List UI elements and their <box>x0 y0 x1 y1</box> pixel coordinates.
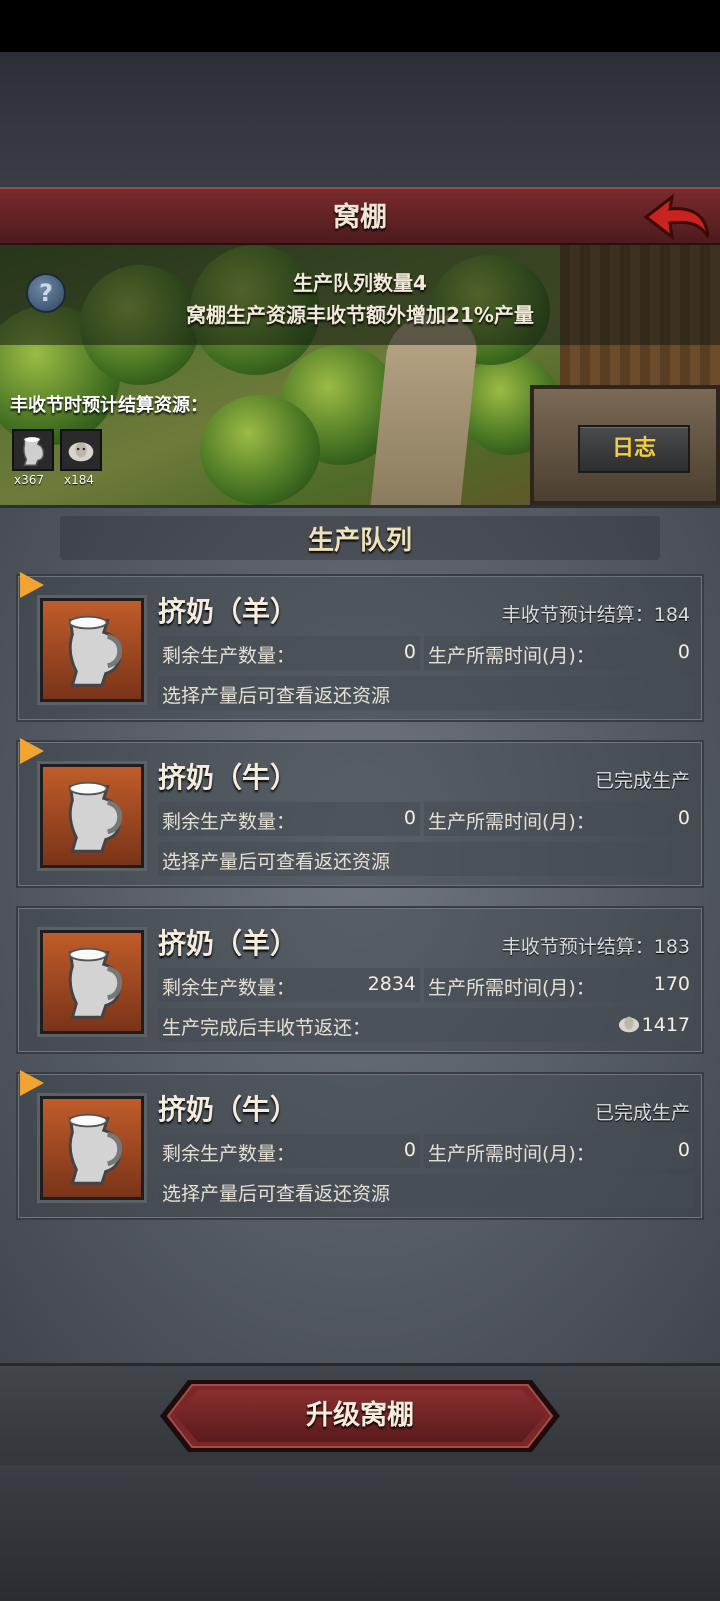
return-value: 1417 <box>616 1013 690 1036</box>
footer-row: 选择产量后可查看返还资源 <box>158 676 694 710</box>
remaining-label: 剩余生产数量： <box>162 645 296 667</box>
footer-row: 生产完成后丰收节返还： 1417 <box>158 1008 694 1042</box>
remaining-row: 剩余生产数量： 0 <box>158 1134 420 1168</box>
upgrade-button[interactable]: 升级窝棚 <box>158 1378 562 1454</box>
flag-icon <box>20 572 44 598</box>
remaining-label: 剩余生产数量： <box>162 811 296 833</box>
queue-card[interactable]: 挤奶（牛） 已完成生产 剩余生产数量： 0 生产所需时间(月)： 0 选择产量后… <box>16 738 704 888</box>
remaining-value: 0 <box>403 807 416 829</box>
production-panel: 生产队列 挤奶（羊） 丰收节预计结算：184 剩余生产数量： 0 生产所需时间(… <box>0 505 720 1363</box>
remaining-value: 2834 <box>367 973 416 995</box>
bonus-text: 窝棚生产资源丰收节额外增加21%产量 <box>186 303 534 327</box>
remaining-row: 剩余生产数量： 0 <box>158 636 420 670</box>
time-value: 0 <box>677 641 690 663</box>
remaining-row: 剩余生产数量： 2834 <box>158 968 420 1002</box>
time-label: 生产所需时间(月)： <box>428 1143 595 1165</box>
header-bar: 窝棚 <box>0 187 720 245</box>
milk-jug-icon <box>40 1096 144 1200</box>
footer-row: 选择产量后可查看返还资源 <box>158 1174 694 1208</box>
back-arrow-icon[interactable] <box>642 193 712 243</box>
panel-title: 生产队列 <box>307 526 412 556</box>
sheep-icon <box>618 1016 639 1033</box>
flag-icon <box>20 1070 44 1096</box>
time-row: 生产所需时间(月)： 0 <box>424 1134 694 1168</box>
queue-card[interactable]: 挤奶（牛） 已完成生产 剩余生产数量： 0 生产所需时间(月)： 0 选择产量后… <box>16 1070 704 1220</box>
log-button[interactable]: 日志 <box>578 425 690 473</box>
sheep-icon[interactable] <box>60 429 102 471</box>
footer-text: 选择产量后可查看返还资源 <box>162 1183 391 1205</box>
status-bar <box>0 0 720 52</box>
queue-count-text: 生产队列数量4 <box>293 271 427 295</box>
status-text: 丰收节预计结算：184 <box>501 604 690 626</box>
item-name: 挤奶（牛） <box>158 1093 299 1126</box>
footer-text: 选择产量后可查看返还资源 <box>162 851 391 873</box>
time-label: 生产所需时间(月)： <box>428 645 595 667</box>
time-value: 170 <box>653 973 690 995</box>
resource-count: x367 <box>14 473 45 487</box>
item-name: 挤奶（羊） <box>158 927 299 960</box>
remaining-label: 剩余生产数量： <box>162 977 296 999</box>
time-value: 0 <box>677 807 690 829</box>
background-bottom <box>0 1465 720 1601</box>
milk-jug-icon <box>40 598 144 702</box>
queue-card[interactable]: 挤奶（羊） 丰收节预计结算：183 剩余生产数量： 2834 生产所需时间(月)… <box>16 906 704 1054</box>
status-text: 丰收节预计结算：183 <box>501 936 690 958</box>
footer-row: 选择产量后可查看返还资源 <box>158 842 694 876</box>
milk-jug-icon <box>40 764 144 868</box>
background-top <box>0 52 720 187</box>
resource-count: x184 <box>64 473 95 487</box>
forecast-label: 丰收节时预计结算资源： <box>10 395 208 416</box>
time-value: 0 <box>677 1139 690 1161</box>
time-row: 生产所需时间(月)： 0 <box>424 636 694 670</box>
remaining-value: 0 <box>403 1139 416 1161</box>
flag-icon <box>20 738 44 764</box>
footer-text: 选择产量后可查看返还资源 <box>162 685 391 707</box>
status-text: 已完成生产 <box>594 1102 690 1124</box>
queue-card[interactable]: 挤奶（羊） 丰收节预计结算：184 剩余生产数量： 0 生产所需时间(月)： 0… <box>16 572 704 722</box>
time-row: 生产所需时间(月)： 170 <box>424 968 694 1002</box>
farm-banner: ? 生产队列数量4 窝棚生产资源丰收节额外增加21%产量 丰收节时预计结算资源：… <box>0 245 720 505</box>
page-title: 窝棚 <box>333 202 387 233</box>
item-name: 挤奶（羊） <box>158 595 299 628</box>
footer-text: 生产完成后丰收节返还： <box>162 1017 372 1039</box>
time-row: 生产所需时间(月)： 0 <box>424 802 694 836</box>
remaining-label: 剩余生产数量： <box>162 1143 296 1165</box>
remaining-value: 0 <box>403 641 416 663</box>
return-amount: 1417 <box>641 1014 690 1036</box>
milk-jug-icon[interactable] <box>12 429 54 471</box>
milk-jug-icon <box>40 930 144 1034</box>
time-label: 生产所需时间(月)： <box>428 811 595 833</box>
item-name: 挤奶（牛） <box>158 761 299 794</box>
remaining-row: 剩余生产数量： 0 <box>158 802 420 836</box>
status-text: 已完成生产 <box>594 770 690 792</box>
time-label: 生产所需时间(月)： <box>428 977 595 999</box>
